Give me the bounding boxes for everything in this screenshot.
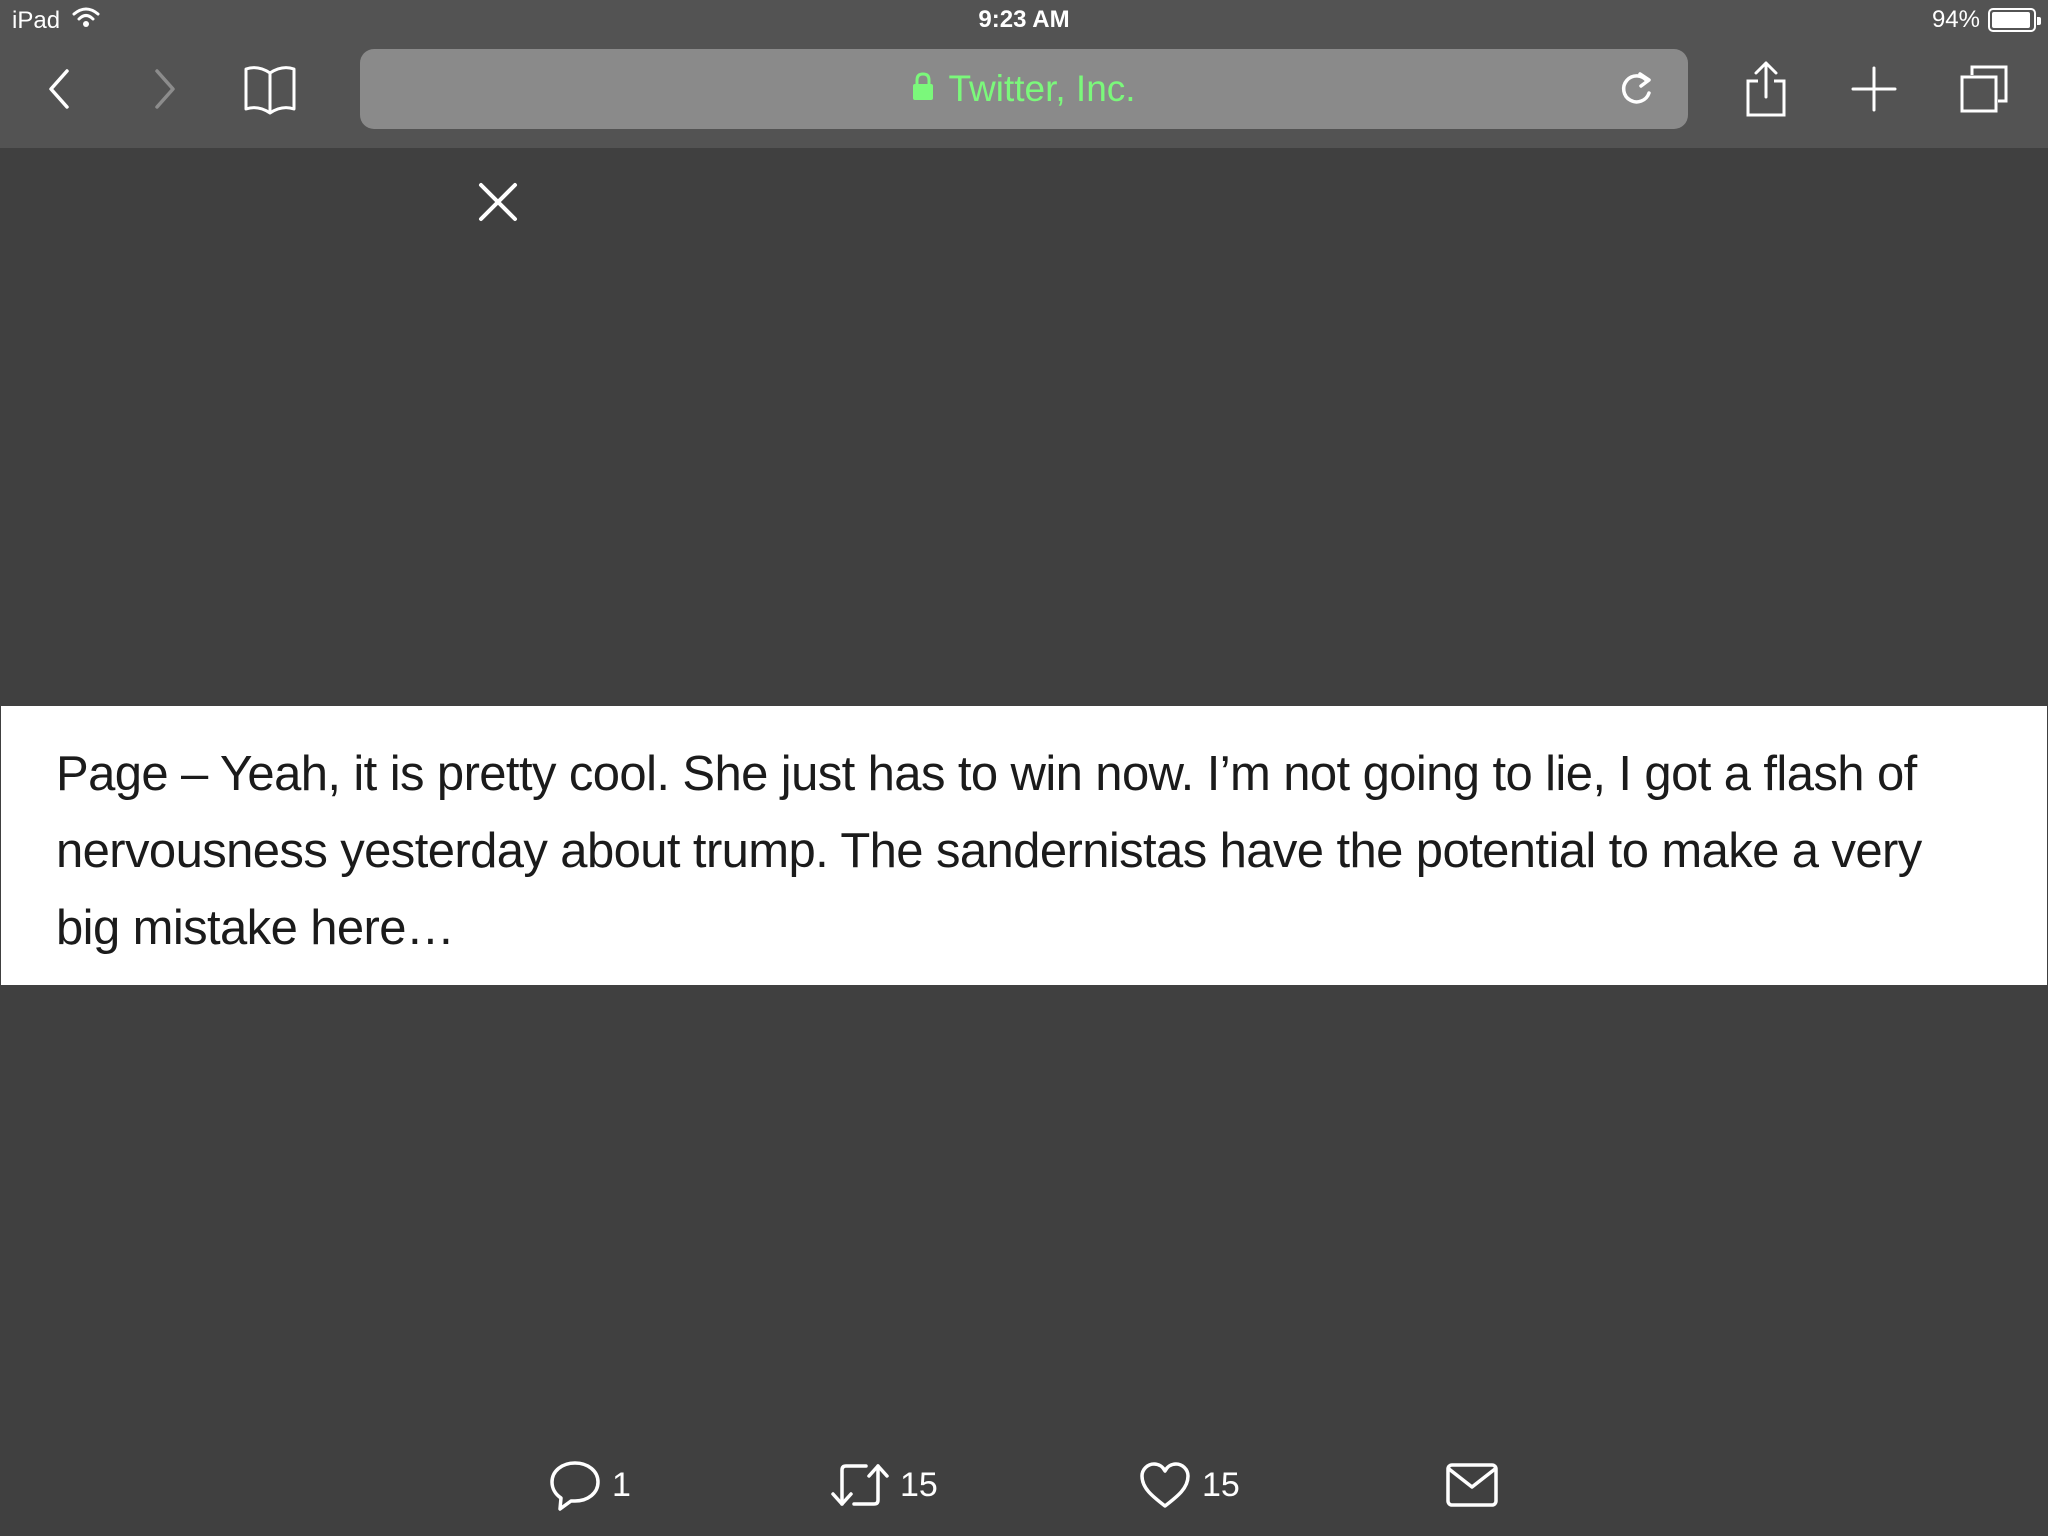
battery-icon — [1988, 8, 2041, 32]
close-button[interactable] — [468, 172, 528, 232]
share-button[interactable] — [1734, 57, 1798, 121]
reload-button[interactable] — [1604, 57, 1668, 121]
direct-message-button[interactable] — [1444, 1455, 1500, 1515]
address-center: Twitter, Inc. — [360, 49, 1688, 129]
share-icon — [1746, 61, 1786, 117]
add-tab-icon — [1851, 66, 1897, 112]
battery-fill — [1992, 12, 2030, 28]
mail-icon — [1446, 1463, 1498, 1507]
forward-button[interactable] — [132, 57, 196, 121]
reply-count: 1 — [612, 1465, 631, 1504]
like-button[interactable]: 15 — [1138, 1455, 1240, 1515]
tweet-image-text: Page – Yeah, it is pretty cool. She just… — [56, 747, 1922, 955]
lock-icon — [912, 71, 934, 107]
battery-tip — [2037, 17, 2041, 25]
bookmarks-button[interactable] — [238, 57, 302, 121]
heart-icon — [1140, 1462, 1190, 1508]
like-count: 15 — [1202, 1465, 1240, 1504]
status-time: 9:23 AM — [978, 6, 1070, 33]
back-icon — [49, 69, 69, 109]
address-title: Twitter, Inc. — [948, 68, 1136, 109]
tweet-image[interactable]: Page – Yeah, it is pretty cool. She just… — [1, 706, 2047, 985]
retweet-count: 15 — [900, 1465, 938, 1504]
retweet-icon — [831, 1464, 889, 1506]
reply-icon — [550, 1461, 600, 1511]
status-bar: iPad 9:23 AM 94% — [0, 0, 2048, 40]
back-button[interactable] — [28, 57, 92, 121]
reload-icon — [1621, 72, 1651, 104]
tabs-icon — [1960, 65, 2008, 113]
reply-button[interactable]: 1 — [548, 1455, 631, 1515]
bookmarks-icon — [244, 66, 296, 115]
address-bar[interactable]: Twitter, Inc. — [360, 49, 1688, 129]
forward-icon — [155, 69, 175, 109]
new-tab-button[interactable] — [1842, 57, 1906, 121]
retweet-button[interactable]: 15 — [830, 1455, 938, 1515]
browser-toolbar: Twitter, Inc. — [0, 40, 2048, 148]
status-right: 94% — [1931, 6, 2041, 34]
close-icon — [479, 183, 517, 221]
tabs-button[interactable] — [1952, 57, 2016, 121]
battery-percent: 94% — [1931, 6, 1980, 33]
